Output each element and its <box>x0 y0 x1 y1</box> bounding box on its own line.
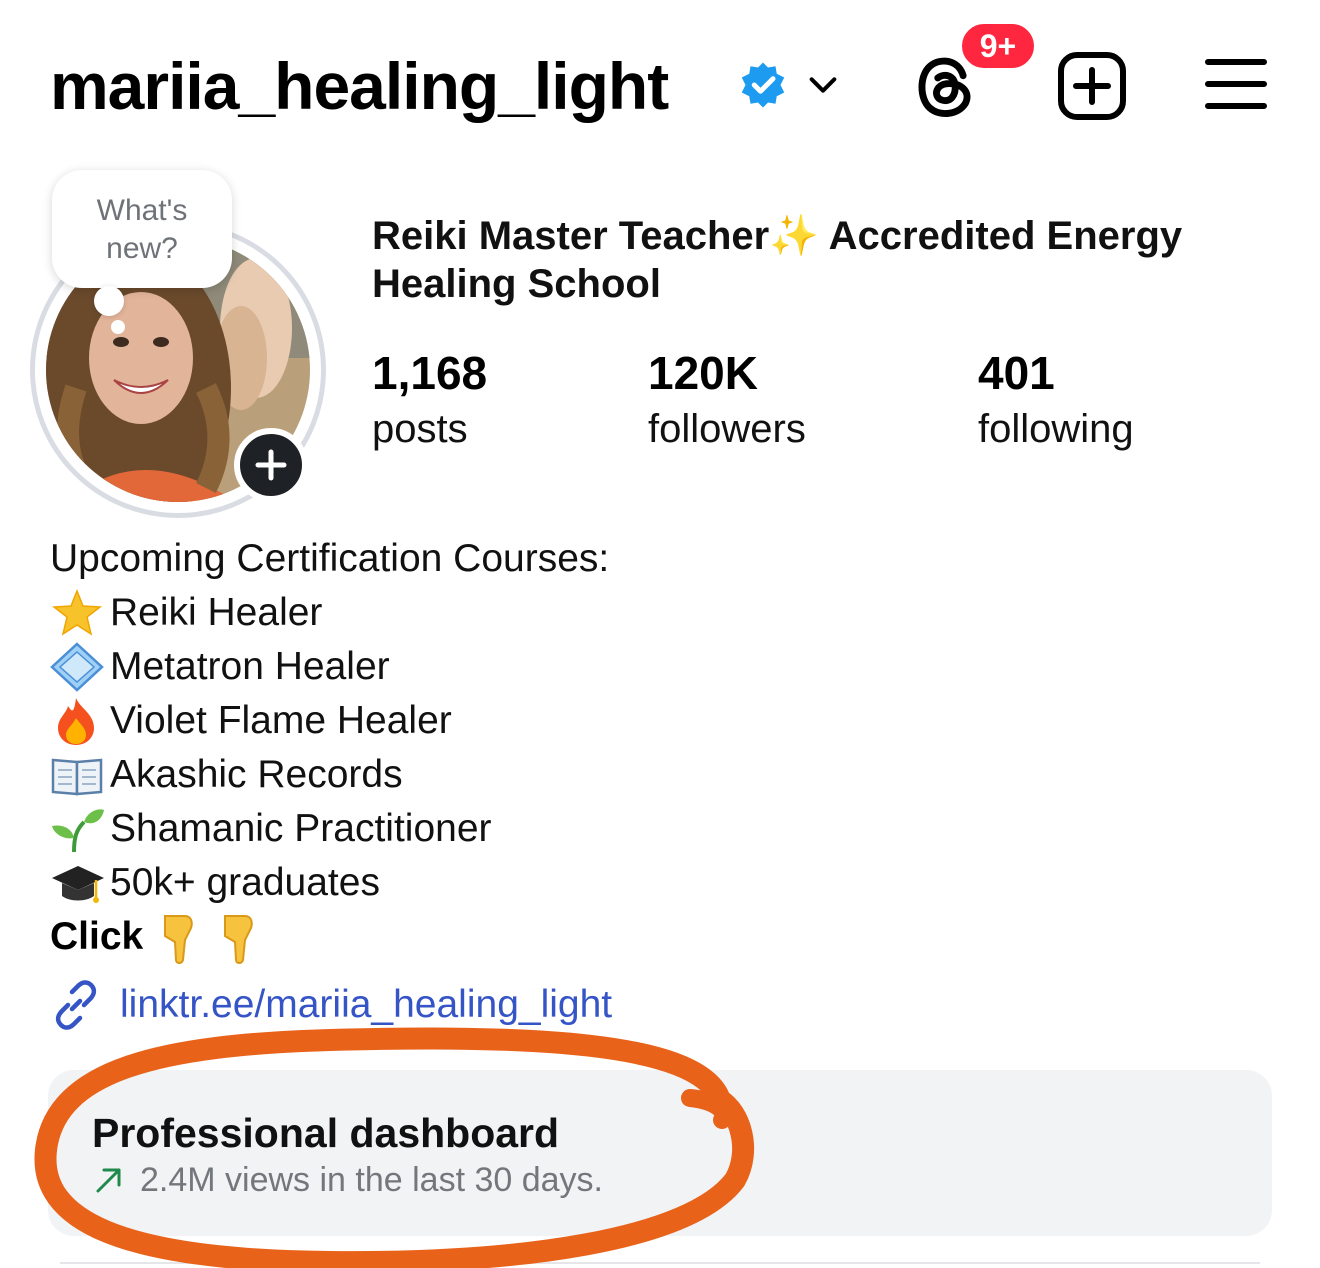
following-label: following <box>978 407 1134 451</box>
trend-up-arrow-icon <box>96 1168 121 1193</box>
following-stat[interactable]: 401 following <box>978 344 1134 456</box>
add-story-button[interactable] <box>234 428 308 502</box>
posts-stat[interactable]: 1,168 posts <box>372 344 487 456</box>
dashboard-views-text: 2.4M views in the last 30 days. <box>140 1161 604 1199</box>
posts-label: posts <box>372 407 468 451</box>
dashboard-subtitle: 2.4M views in the last 30 days. <box>92 1158 603 1202</box>
open-book-icon <box>51 758 103 796</box>
bio-link[interactable]: linktr.ee/mariia_healing_light <box>50 978 612 1032</box>
bio-item-text: Shamanic Practitioner <box>110 807 492 850</box>
bio-item: Reiki Healer <box>50 586 609 640</box>
pointing-down-icon <box>224 915 253 964</box>
link-icon <box>55 980 97 1030</box>
next-section-edge <box>60 1262 1260 1268</box>
glowing-star-icon <box>51 588 103 636</box>
diamond-shape-icon <box>50 642 104 692</box>
bio-item: Shamanic Practitioner <box>50 802 609 856</box>
verified-badge-icon <box>741 62 785 108</box>
note-bubble-tail-small <box>111 320 125 334</box>
bio-item-text: Reiki Healer <box>110 591 323 634</box>
bio-item: Violet Flame Healer <box>50 694 609 748</box>
bio-item-text: 50k+ graduates <box>110 861 380 904</box>
following-count: 401 <box>978 347 1055 399</box>
bio-item-text: Akashic Records <box>110 753 403 796</box>
bio-item: Akashic Records <box>50 748 609 802</box>
dashboard-title: Professional dashboard <box>92 1110 560 1156</box>
click-text: Click <box>50 915 144 958</box>
posts-count: 1,168 <box>372 347 488 399</box>
bio-item-text: Metatron Healer <box>110 645 390 688</box>
followers-count: 120K <box>648 347 758 399</box>
bio: Upcoming Certification Courses: Reiki He… <box>50 532 609 910</box>
menu-icon[interactable] <box>1204 56 1268 112</box>
bio-item: 50k+ graduates <box>50 856 609 910</box>
followers-stat[interactable]: 120K followers <box>648 344 806 456</box>
bio-item: Metatron Healer <box>50 640 609 694</box>
note-bubble-tail <box>94 286 124 316</box>
bio-item-text: Violet Flame Healer <box>110 699 452 742</box>
fire-icon <box>58 698 94 745</box>
link-text: linktr.ee/mariia_healing_light <box>120 983 613 1026</box>
notification-badge: 9+ <box>958 20 1038 72</box>
seedling-icon <box>52 809 104 853</box>
followers-label: followers <box>648 407 806 451</box>
note-text: What's new? <box>96 194 188 265</box>
plus-icon <box>255 449 287 481</box>
bio-heading: Upcoming Certification Courses: <box>50 537 610 580</box>
pointing-down-icon <box>164 915 193 964</box>
profile-category-title: Reiki Master Teacher✨ Accredited Energy … <box>372 214 1183 306</box>
profile-header: mariia_healing_light 9+ <box>0 0 1320 170</box>
note-bubble[interactable]: What's new? <box>52 170 232 288</box>
chevron-down-icon[interactable] <box>806 68 840 102</box>
graduation-cap-icon <box>52 866 104 903</box>
create-plus-icon[interactable] <box>1056 50 1128 122</box>
username[interactable]: mariia_healing_light <box>50 44 669 128</box>
click-callout: Click <box>50 910 261 964</box>
